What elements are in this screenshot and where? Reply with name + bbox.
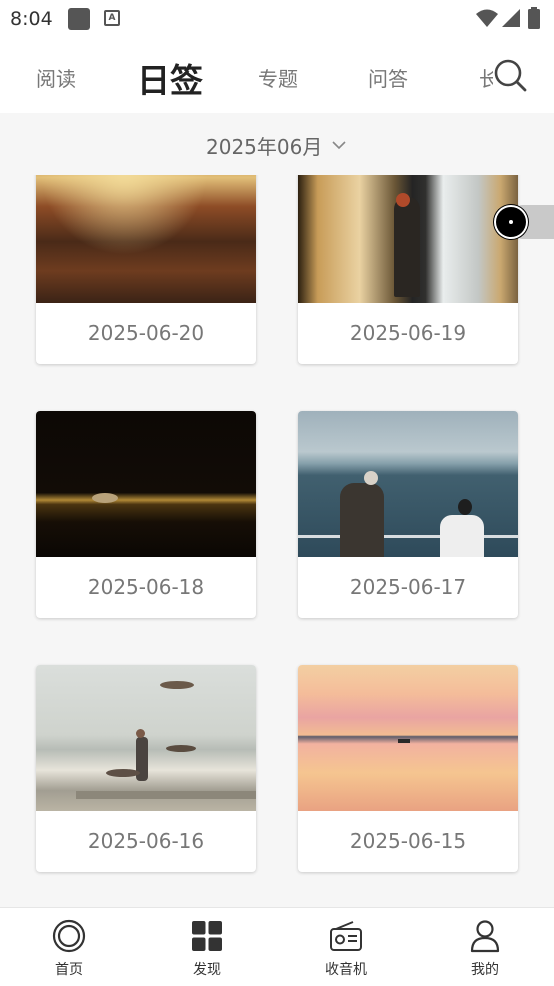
- card-image: [298, 665, 518, 811]
- tab-topics[interactable]: 专题: [258, 63, 298, 92]
- battery-icon: [528, 7, 540, 29]
- chevron-down-icon: [332, 141, 346, 150]
- tab-daily-sign[interactable]: 日签: [137, 54, 203, 102]
- daily-card[interactable]: 2025-06-15: [298, 665, 518, 872]
- tab-reading[interactable]: 阅读: [36, 63, 76, 92]
- card-grid: 2025-06-20 2025-06-19 2025-06-18 2025-06…: [0, 175, 554, 907]
- bottom-nav: 首页 发现 收音机 我的: [0, 907, 554, 985]
- status-time: 8:04: [10, 8, 53, 30]
- card-date: 2025-06-15: [349, 829, 467, 853]
- nav-label: 首页: [55, 962, 83, 978]
- nav-label: 收音机: [325, 962, 367, 978]
- signal-icon: [502, 9, 520, 27]
- home-ring-icon: [52, 919, 86, 953]
- daily-card[interactable]: 2025-06-16: [36, 665, 256, 872]
- person-icon: [470, 920, 500, 953]
- daily-card[interactable]: 2025-06-20: [36, 175, 256, 364]
- daily-card[interactable]: 2025-06-18: [36, 411, 256, 618]
- card-date: 2025-06-17: [349, 575, 467, 599]
- daily-card[interactable]: 2025-06-19: [298, 175, 518, 364]
- month-label: 2025年06月: [206, 134, 323, 159]
- nav-me[interactable]: 我的: [435, 908, 535, 986]
- daily-card[interactable]: 2025-06-17: [298, 411, 518, 618]
- wifi-icon: [476, 9, 498, 27]
- nav-radio[interactable]: 收音机: [296, 908, 396, 986]
- notification-icon: [68, 8, 90, 30]
- tab-qa[interactable]: 问答: [368, 63, 408, 92]
- nav-home[interactable]: 首页: [19, 908, 119, 986]
- month-selector[interactable]: 2025年06月: [206, 131, 346, 159]
- card-image: [298, 411, 518, 557]
- card-date: 2025-06-20: [87, 321, 205, 345]
- grid-icon: [192, 921, 222, 951]
- nav-label: 发现: [193, 962, 221, 978]
- card-image: [36, 411, 256, 557]
- nav-discover[interactable]: 发现: [157, 908, 257, 986]
- card-date: 2025-06-18: [87, 575, 205, 599]
- search-icon[interactable]: [490, 56, 528, 94]
- nav-label: 我的: [471, 962, 499, 978]
- card-date: 2025-06-19: [349, 321, 467, 345]
- card-image: [298, 175, 518, 303]
- floating-button-dot: [509, 220, 513, 224]
- radio-icon: [330, 921, 362, 951]
- app-notification-icon: A: [104, 10, 120, 26]
- top-tab-bar: 阅读 日签 专题 问答 长: [0, 40, 554, 113]
- card-date: 2025-06-16: [87, 829, 205, 853]
- card-image: [36, 175, 256, 303]
- card-image: [36, 665, 256, 811]
